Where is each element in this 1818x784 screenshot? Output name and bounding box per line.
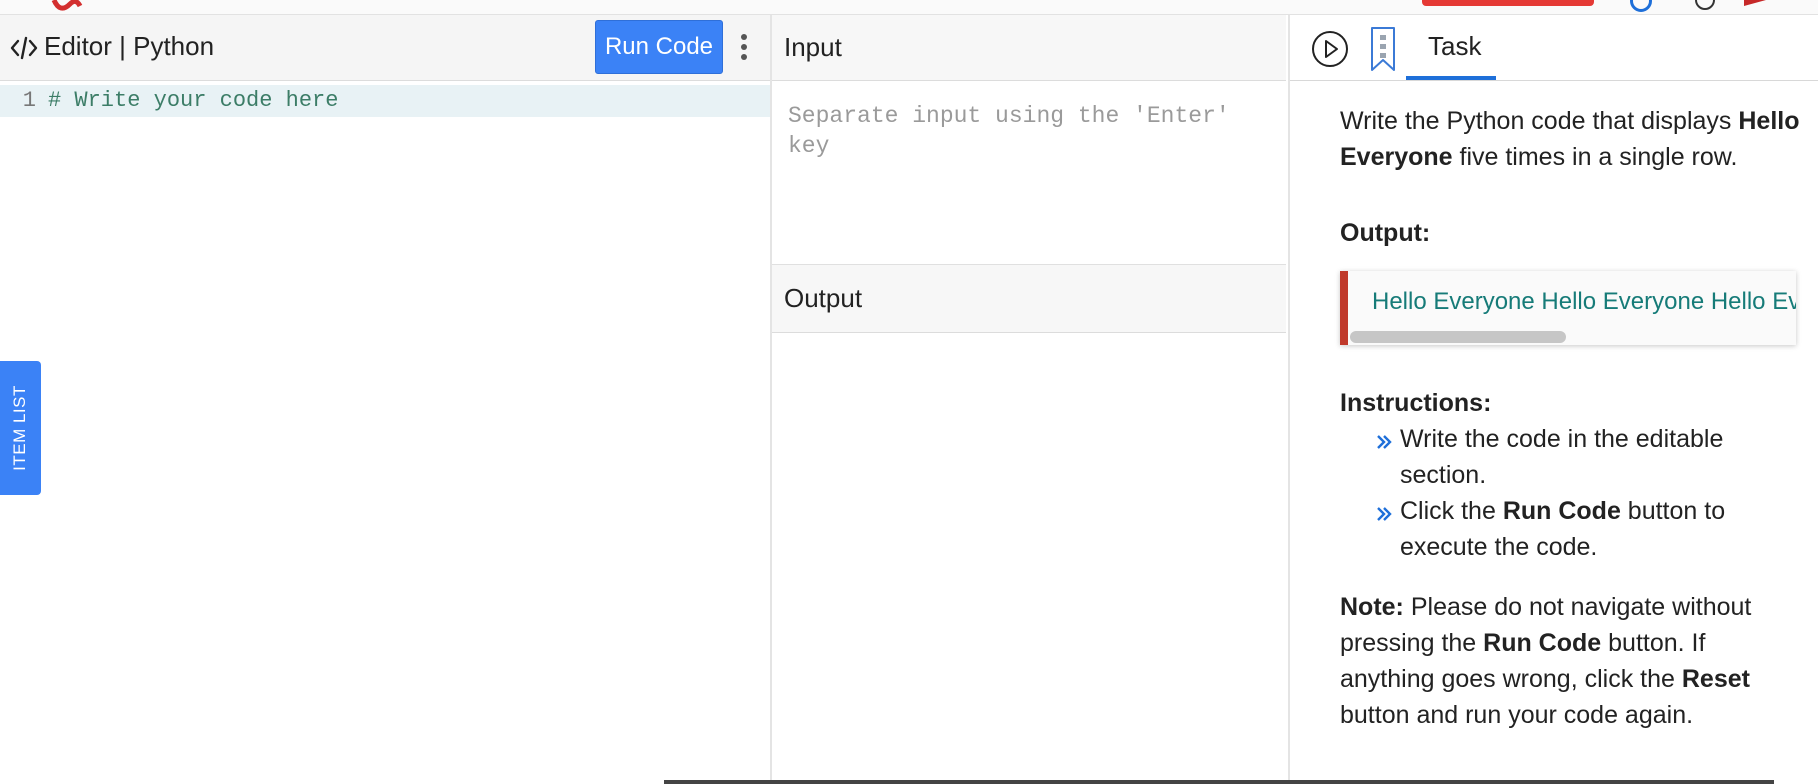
- input-title: Input: [784, 32, 842, 62]
- bookmark-icon[interactable]: [1370, 26, 1396, 72]
- output-title: Output: [784, 283, 863, 313]
- task-tab-bar: Task: [1290, 15, 1818, 81]
- sample-output-box: Hello Everyone Hello Everyone Hello Ever…: [1340, 271, 1796, 345]
- task-content: Write the Python code that displays Hell…: [1340, 103, 1800, 733]
- editor-title: Editor | Python: [44, 31, 215, 61]
- sample-output-scrollbar[interactable]: [1350, 331, 1566, 343]
- editor-panel: Editor | Python Run Code 1 # Write your …: [0, 15, 772, 784]
- io-panel: Input Output: [772, 15, 1286, 784]
- editor-header: Editor | Python Run Code: [0, 15, 770, 81]
- play-icon[interactable]: [1311, 30, 1349, 68]
- tab-task[interactable]: Task: [1406, 15, 1496, 80]
- logo-icon: [51, 0, 83, 11]
- top-triangle-icon[interactable]: [1742, 0, 1792, 14]
- task-note: Note: Please do not navigate without pre…: [1340, 593, 1752, 729]
- instructions-list: Write the code in the editable section. …: [1340, 421, 1800, 565]
- task-description: Write the Python code that displays Hell…: [1340, 107, 1800, 171]
- more-options-icon[interactable]: [734, 31, 754, 65]
- instruction-item: Write the code in the editable section.: [1376, 421, 1800, 493]
- instructions-heading: Instructions:: [1340, 389, 1492, 417]
- input-textarea[interactable]: [772, 81, 1286, 263]
- top-circle-icon[interactable]: [1630, 0, 1652, 12]
- code-text[interactable]: # Write your code here: [48, 85, 338, 117]
- output-heading: Output:: [1340, 219, 1431, 247]
- task-panel: Task Write the Python code that displays…: [1288, 15, 1818, 784]
- input-header: Input: [772, 15, 1286, 81]
- instruction-item: Click the Run Code button to execute the…: [1376, 493, 1800, 565]
- top-strip: [0, 0, 1818, 15]
- sample-output-text: Hello Everyone Hello Everyone Hello Ever…: [1372, 288, 1796, 315]
- double-chevron-icon: [1377, 435, 1392, 449]
- double-chevron-icon: [1377, 507, 1392, 521]
- code-icon: [10, 36, 38, 60]
- item-list-label: ITEM LIST: [10, 385, 29, 471]
- run-code-button[interactable]: Run Code: [595, 20, 723, 74]
- top-action-button[interactable]: [1422, 0, 1594, 6]
- bottom-scrollbar[interactable]: [664, 780, 1774, 784]
- output-area: [772, 333, 1286, 784]
- item-list-tab[interactable]: ITEM LIST: [0, 361, 41, 495]
- tab-task-label: Task: [1428, 31, 1482, 61]
- top-circle-icon-2[interactable]: [1695, 0, 1715, 10]
- line-number: 1: [22, 88, 36, 113]
- output-header: Output: [772, 264, 1286, 333]
- code-line[interactable]: 1 # Write your code here: [0, 85, 770, 117]
